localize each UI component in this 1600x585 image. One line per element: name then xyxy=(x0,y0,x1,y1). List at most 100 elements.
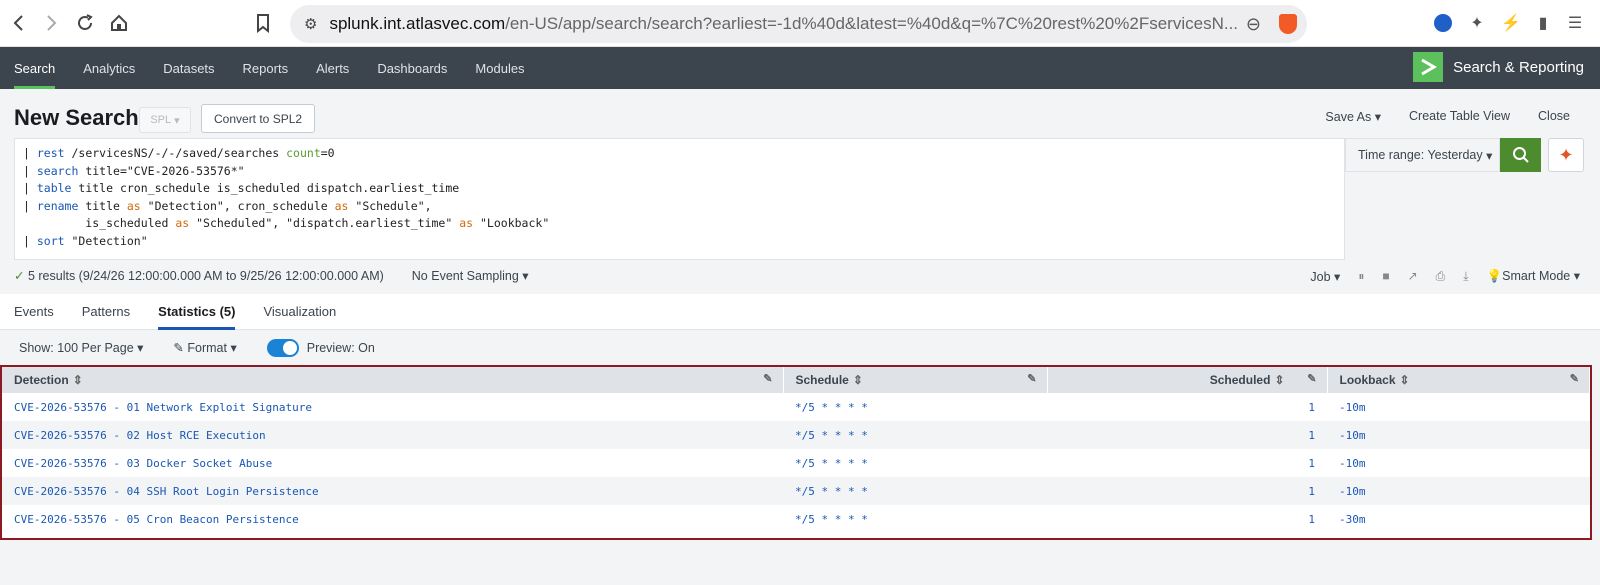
create-table-view-link[interactable]: Create Table View xyxy=(1409,109,1510,124)
table-row: CVE-2026-53576 - 01 Network Exploit Sign… xyxy=(2,393,1590,421)
lookback-cell[interactable]: -10m xyxy=(1327,421,1590,449)
tab-alerts[interactable]: Alerts xyxy=(302,47,363,89)
time-range-picker[interactable]: Time range: Yesterday ▾ xyxy=(1345,138,1500,172)
scheduled-cell[interactable]: 1 xyxy=(1047,449,1327,477)
scheduled-cell[interactable]: 1 xyxy=(1047,393,1327,421)
address-bar[interactable]: ⚙ splunk.int.atlasvec.com/en-US/app/sear… xyxy=(290,5,1307,43)
table-row: CVE-2026-53576 - 02 Host RCE Execution *… xyxy=(2,421,1590,449)
edit-column-icon[interactable]: ✎ xyxy=(1570,372,1579,385)
ai-assistant-button[interactable]: ✦ xyxy=(1548,138,1584,172)
schedule-cell[interactable]: */5 * * * * xyxy=(783,449,1047,477)
column-header-detection[interactable]: Detection ⇕ ✎ xyxy=(2,367,784,393)
job-label: Job xyxy=(1310,269,1331,284)
lookback-cell[interactable]: -30m xyxy=(1327,505,1590,533)
search-button[interactable] xyxy=(1500,138,1541,172)
lookback-cell[interactable]: -10m xyxy=(1327,393,1590,421)
sort-icon[interactable]: ⇕ xyxy=(1274,373,1284,387)
detection-cell[interactable]: CVE-2026-53576 - 04 SSH Root Login Persi… xyxy=(2,477,783,505)
schedule-cell[interactable]: */5 * * * * xyxy=(783,477,1047,505)
share-icon[interactable]: ↗ xyxy=(1408,269,1418,283)
preview-toggle[interactable]: Preview: On xyxy=(266,338,375,357)
event-sampling-dropdown[interactable]: No Event Sampling ▾ xyxy=(412,268,529,283)
search-main: New Search SPL ▾ Convert to SPL2 Save As… xyxy=(0,89,1600,585)
edit-column-icon[interactable]: ✎ xyxy=(763,372,772,385)
lookback-cell[interactable]: -10m xyxy=(1327,449,1590,477)
tab-patterns[interactable]: Patterns xyxy=(82,294,130,329)
print-icon[interactable]: ⎙ xyxy=(1436,269,1446,284)
reload-icon[interactable] xyxy=(68,6,102,40)
query-line: | table title cron_schedule is_scheduled… xyxy=(23,181,460,196)
site-settings-icon[interactable]: ⚙ xyxy=(304,15,317,33)
tab-events[interactable]: Events xyxy=(14,294,54,329)
per-page-label: Show: 100 Per Page xyxy=(19,341,134,355)
sort-icon[interactable]: ⇕ xyxy=(1400,373,1410,387)
format-dropdown[interactable]: ✎ Format ▾ xyxy=(173,340,236,355)
detection-cell[interactable]: CVE-2026-53576 - 01 Network Exploit Sign… xyxy=(2,393,783,421)
app-name-label: Search & Reporting xyxy=(1453,58,1584,76)
sort-icon[interactable]: ⇕ xyxy=(853,373,863,387)
tab-visualization[interactable]: Visualization xyxy=(263,294,336,329)
query-line: | sort "Detection" xyxy=(23,233,148,248)
column-header-lookback[interactable]: Lookback ⇕ ✎ xyxy=(1327,367,1590,393)
scheduled-cell[interactable]: 1 xyxy=(1047,477,1327,505)
forward-icon[interactable] xyxy=(34,6,68,40)
detection-cell[interactable]: CVE-2026-53576 - 03 Docker Socket Abuse xyxy=(2,449,783,477)
query-line: | rename title as "Detection", cron_sche… xyxy=(23,198,432,213)
pause-icon[interactable]: ⏸ xyxy=(1358,269,1364,284)
search-mode-dropdown[interactable]: 💡Smart Mode ▾ xyxy=(1487,268,1580,284)
password-manager-icon[interactable] xyxy=(1428,8,1458,38)
job-dropdown[interactable]: Job ▾ xyxy=(1310,269,1340,284)
menu-icon[interactable]: ☰ xyxy=(1560,8,1590,38)
tab-dashboards[interactable]: Dashboards xyxy=(363,47,461,89)
schedule-cell[interactable]: */5 * * * * xyxy=(783,393,1047,421)
sort-icon[interactable]: ⇕ xyxy=(73,373,83,387)
preview-label: Preview: On xyxy=(306,340,375,355)
tab-modules[interactable]: Modules xyxy=(461,47,538,89)
app-name[interactable]: Search & Reporting xyxy=(1413,52,1584,82)
column-label: Detection xyxy=(14,373,69,387)
results-table: Detection ⇕ ✎ Schedule ⇕ ✎ Scheduled ⇕ ✎ Lookb… xyxy=(2,367,1590,533)
home-icon[interactable] xyxy=(102,6,136,40)
mode-label: Smart Mode xyxy=(1502,269,1571,283)
schedule-cell[interactable]: */5 * * * * xyxy=(783,505,1047,533)
save-as-dropdown[interactable]: Save As ▾ xyxy=(1325,109,1381,124)
schedule-cell[interactable]: */5 * * * * xyxy=(783,421,1047,449)
spl-dropdown[interactable]: SPL ▾ xyxy=(139,107,191,133)
detection-cell[interactable]: CVE-2026-53576 - 02 Host RCE Execution xyxy=(2,421,783,449)
tab-datasets[interactable]: Datasets xyxy=(149,47,228,89)
leo-icon[interactable]: ⚡ xyxy=(1496,8,1526,38)
search-query-editor[interactable]: | rest /servicesNS/-/-/saved/searches co… xyxy=(14,138,1345,260)
tab-statistics[interactable]: Statistics (5) xyxy=(158,294,236,330)
export-icon[interactable]: ⤓ xyxy=(1463,269,1468,284)
tab-reports[interactable]: Reports xyxy=(229,47,303,89)
zoom-icon[interactable]: ⊖ xyxy=(1246,14,1261,35)
per-page-dropdown[interactable]: Show: 100 Per Page ▾ xyxy=(19,340,143,355)
convert-to-spl2-button[interactable]: Convert to SPL2 xyxy=(201,104,316,133)
toggle-switch[interactable] xyxy=(266,338,299,357)
sidebar-icon[interactable]: ▮ xyxy=(1528,8,1558,38)
detection-cell[interactable]: CVE-2026-53576 - 05 Cron Beacon Persiste… xyxy=(2,505,783,533)
job-controls: Job ▾ ⏸ ■ ↗ ⎙ ⤓ 💡Smart Mode ▾ xyxy=(1310,268,1580,284)
column-header-scheduled[interactable]: Scheduled ⇕ ✎ xyxy=(1047,367,1328,393)
stop-icon[interactable]: ■ xyxy=(1382,269,1389,283)
brave-shield-icon[interactable] xyxy=(1279,14,1297,34)
scheduled-cell[interactable]: 1 xyxy=(1047,505,1327,533)
table-header-row: Detection ⇕ ✎ Schedule ⇕ ✎ Scheduled ⇕ ✎ Lookb… xyxy=(2,367,1590,393)
edit-column-icon[interactable]: ✎ xyxy=(1307,372,1316,385)
back-icon[interactable] xyxy=(2,6,36,40)
lookback-cell[interactable]: -10m xyxy=(1327,477,1590,505)
scheduled-cell[interactable]: 1 xyxy=(1047,421,1327,449)
edit-column-icon[interactable]: ✎ xyxy=(1027,372,1036,385)
extensions-icon[interactable]: ✦ xyxy=(1462,8,1492,38)
tab-analytics[interactable]: Analytics xyxy=(69,47,149,89)
results-summary: ✓ 5 results (9/24/26 12:00:00.000 AM to … xyxy=(14,268,384,283)
close-link[interactable]: Close xyxy=(1538,109,1570,124)
tab-search[interactable]: Search xyxy=(0,47,69,89)
search-status: ✓ 5 results (9/24/26 12:00:00.000 AM to … xyxy=(14,268,529,283)
check-icon: ✓ xyxy=(14,269,25,283)
table-row: CVE-2026-53576 - 03 Docker Socket Abuse … xyxy=(2,449,1590,477)
header-actions: Save As ▾ Create Table View Close xyxy=(1325,109,1570,124)
column-header-schedule[interactable]: Schedule ⇕ ✎ xyxy=(783,367,1048,393)
results-toolbar: Show: 100 Per Page ▾ ✎ Format ▾ Preview:… xyxy=(0,330,1600,365)
bookmark-icon[interactable] xyxy=(246,6,280,40)
